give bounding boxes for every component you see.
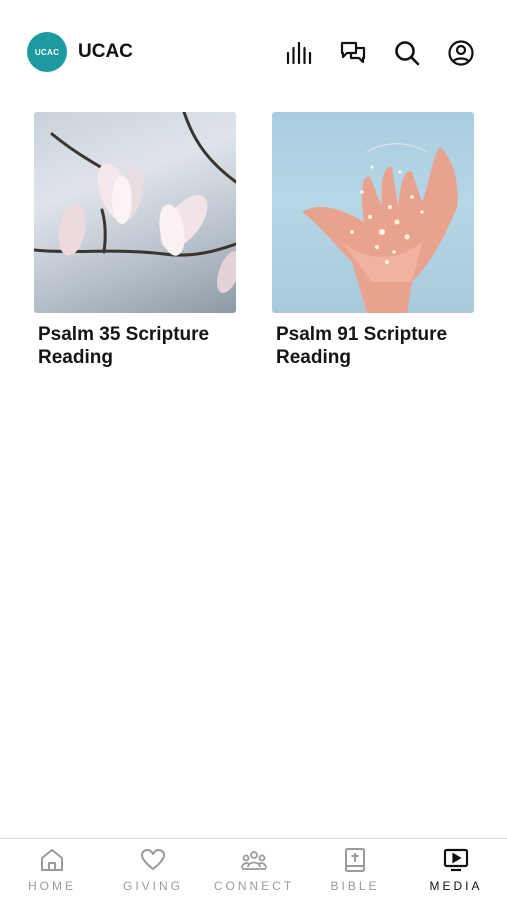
tv-play-icon [443,848,469,872]
media-card-title[interactable]: Psalm 35 Scripture Reading [34,323,236,369]
home-icon [41,849,63,871]
app-title: UCAC [78,41,133,62]
tab-connect-label: CONNECT [213,879,295,893]
media-card[interactable]: Psalm 91 Scripture Reading [272,112,474,369]
media-card-title[interactable]: Psalm 91 Scripture Reading [272,323,474,369]
app-header: UCAC UCAC [0,30,507,74]
tab-home-label: HOME [28,879,76,893]
tab-media-label: MEDIA [429,879,483,893]
tab-home[interactable]: HOME [2,847,102,897]
app-logo[interactable]: UCAC [27,32,67,72]
tab-giving[interactable]: GIVING [103,847,203,897]
magnolia-blossoms-photo[interactable] [34,112,236,313]
tab-media[interactable]: MEDIA [406,847,506,897]
search-icon[interactable] [392,38,422,68]
profile-icon[interactable] [446,38,476,68]
bottom-tab-bar: HOME GIVING CONNECT BIBLE MEDIA [0,838,507,900]
tab-giving-label: GIVING [122,879,183,893]
bible-icon [345,848,365,872]
heart-icon [141,849,165,870]
logo-text: UCAC [34,47,60,57]
tab-bible[interactable]: BIBLE [305,847,405,897]
media-card[interactable]: Psalm 35 Scripture Reading [34,112,236,369]
hands-fairy-lights-photo[interactable] [272,112,474,313]
people-icon [241,851,267,870]
tab-connect[interactable]: CONNECT [204,847,304,897]
audio-bars-icon[interactable] [284,38,314,68]
tab-bible-label: BIBLE [330,879,380,893]
chat-icon[interactable] [338,38,368,68]
